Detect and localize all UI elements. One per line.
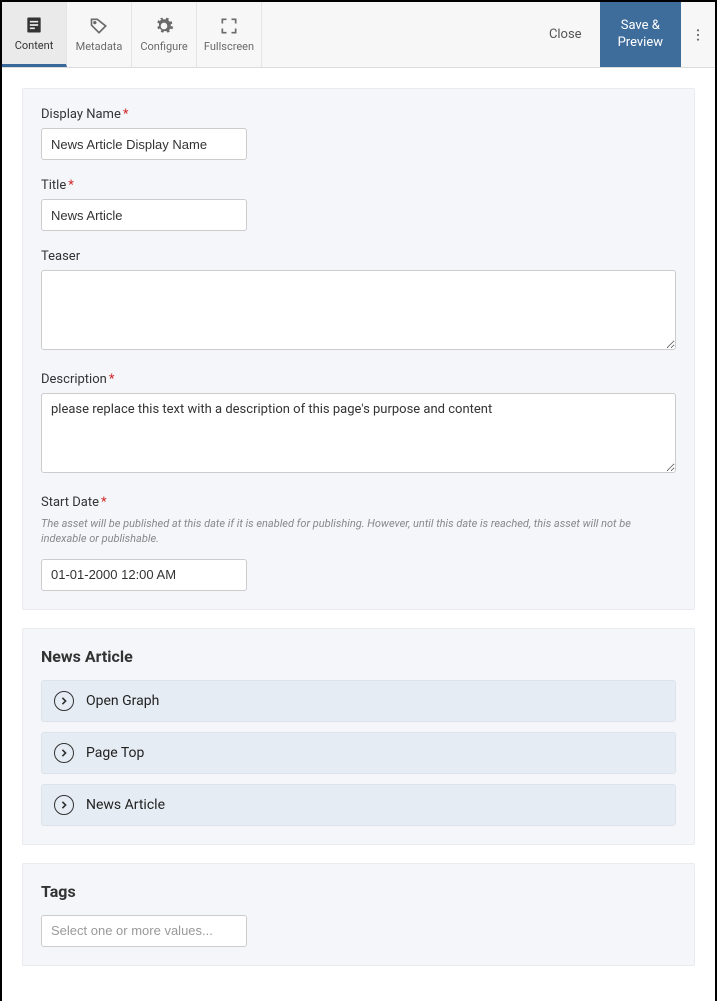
- title-input[interactable]: [41, 199, 247, 231]
- main-fields-panel: Display Name* Title* Teaser Description*…: [22, 88, 695, 610]
- fullscreen-icon: [219, 16, 239, 36]
- tab-metadata[interactable]: Metadata: [67, 2, 132, 67]
- teaser-textarea[interactable]: [41, 270, 676, 350]
- chevron-right-icon: [54, 795, 74, 815]
- tag-icon: [89, 16, 109, 36]
- tab-fullscreen[interactable]: Fullscreen: [197, 2, 262, 67]
- display-name-label: Display Name*: [41, 107, 676, 122]
- tags-panel: Tags: [22, 863, 695, 966]
- accordion-open-graph[interactable]: Open Graph: [41, 680, 676, 722]
- gear-icon: [154, 16, 174, 36]
- display-name-input[interactable]: [41, 128, 247, 160]
- field-description: Description*: [41, 372, 676, 477]
- page-body: Display Name* Title* Teaser Description*…: [2, 68, 715, 1004]
- tab-configure[interactable]: Configure: [132, 2, 197, 67]
- field-title: Title*: [41, 178, 676, 231]
- tab-label: Configure: [140, 40, 187, 53]
- description-textarea[interactable]: [41, 393, 676, 473]
- accordion-page-top[interactable]: Page Top: [41, 732, 676, 774]
- required-marker: *: [101, 495, 107, 510]
- news-article-panel: News Article Open Graph Page Top News Ar…: [22, 628, 695, 845]
- accordion-news-article[interactable]: News Article: [41, 784, 676, 826]
- description-label: Description*: [41, 372, 676, 387]
- toolbar: Content Metadata Configure Fullscreen Cl…: [2, 2, 715, 68]
- news-article-heading: News Article: [41, 647, 676, 666]
- save-preview-button[interactable]: Save & Preview: [600, 2, 681, 67]
- accordion-label: Open Graph: [86, 693, 159, 709]
- chevron-right-icon: [54, 691, 74, 711]
- start-date-help: The asset will be published at this date…: [41, 516, 676, 547]
- required-marker: *: [123, 107, 129, 122]
- field-display-name: Display Name*: [41, 107, 676, 160]
- accordion-label: News Article: [86, 797, 165, 813]
- title-label: Title*: [41, 178, 676, 193]
- required-marker: *: [109, 372, 115, 387]
- close-button[interactable]: Close: [531, 2, 600, 67]
- toolbar-spacer: [262, 2, 531, 67]
- more-menu-button[interactable]: [681, 2, 715, 67]
- required-marker: *: [68, 178, 74, 193]
- tags-heading: Tags: [41, 882, 676, 901]
- more-vertical-icon: [690, 27, 706, 43]
- document-icon: [24, 15, 44, 35]
- tab-label: Fullscreen: [204, 40, 254, 53]
- tab-label: Content: [15, 39, 54, 52]
- tab-content[interactable]: Content: [2, 2, 67, 67]
- teaser-label: Teaser: [41, 249, 676, 264]
- field-teaser: Teaser: [41, 249, 676, 354]
- start-date-input[interactable]: [41, 559, 247, 591]
- chevron-right-icon: [54, 743, 74, 763]
- field-start-date: Start Date* The asset will be published …: [41, 495, 676, 591]
- start-date-label: Start Date*: [41, 495, 676, 510]
- tab-label: Metadata: [76, 40, 123, 53]
- accordion-label: Page Top: [86, 745, 144, 761]
- tags-input[interactable]: [41, 915, 247, 947]
